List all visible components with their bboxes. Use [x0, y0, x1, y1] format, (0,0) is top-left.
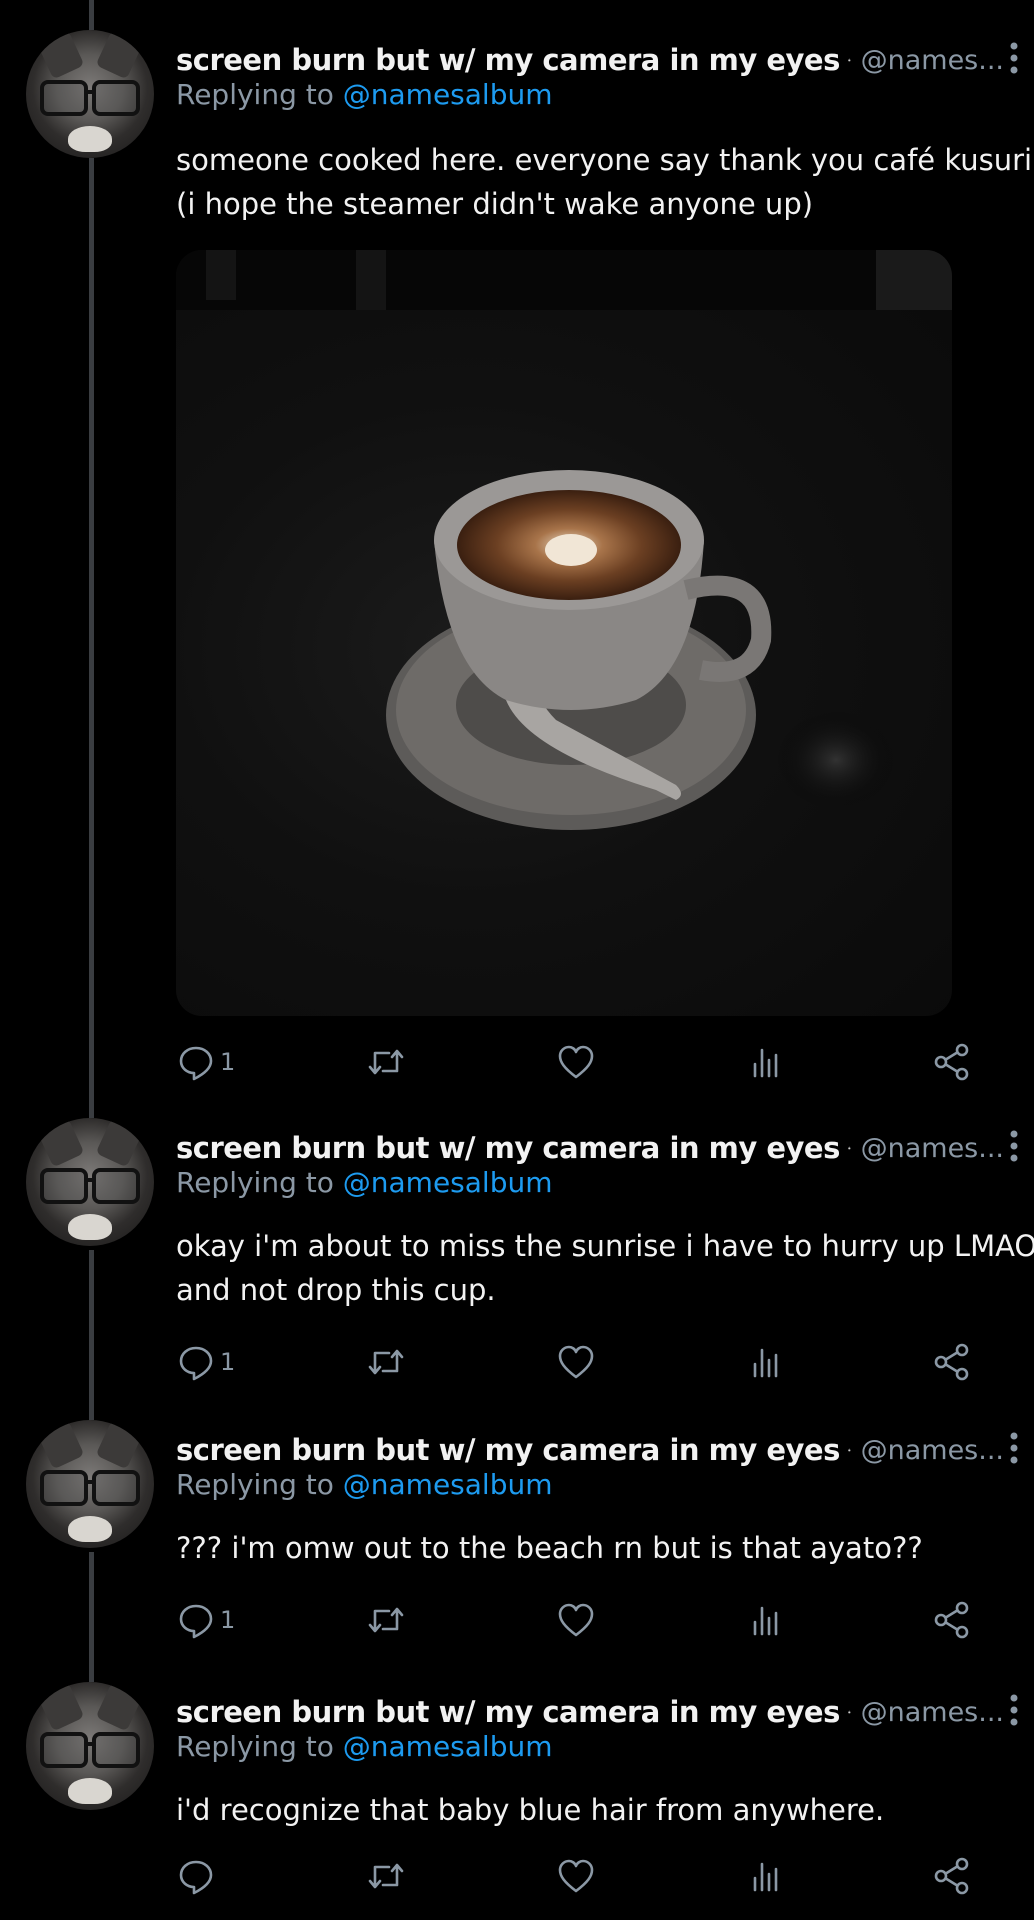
views-icon — [753, 1048, 778, 1078]
thread-line — [89, 1250, 94, 1420]
author-name[interactable]: screen burn but w/ my camera in my eyes — [176, 1433, 840, 1467]
retweet-icon — [368, 1607, 404, 1633]
avatar[interactable] — [26, 1420, 154, 1548]
lock-icon — [848, 1146, 851, 1150]
share-button[interactable] — [932, 1854, 972, 1898]
author-name[interactable]: screen burn but w/ my camera in my eyes — [176, 1131, 840, 1165]
author-name[interactable]: screen burn but w/ my camera in my eyes — [176, 1695, 840, 1729]
tweet-text: okay i'm about to miss the sunrise i hav… — [176, 1229, 1034, 1307]
share-button[interactable] — [932, 1340, 972, 1384]
reply-count: 1 — [220, 1606, 236, 1634]
lock-icon — [848, 58, 851, 62]
author-handle[interactable]: @names... — [861, 45, 1004, 76]
avatar[interactable] — [26, 1682, 154, 1810]
retweet-icon — [368, 1863, 404, 1889]
more-options-icon[interactable] — [1006, 1430, 1022, 1466]
like-button[interactable] — [556, 1854, 596, 1898]
reply-mention-link[interactable]: @namesalbum — [343, 78, 553, 111]
views-icon — [753, 1862, 778, 1892]
author-name[interactable]: screen burn but w/ my camera in my eyes — [176, 43, 840, 77]
tweet-actions — [176, 1854, 996, 1898]
like-icon — [558, 1345, 594, 1379]
reply-icon — [179, 1046, 213, 1081]
thread-line — [89, 158, 94, 1118]
thread-line — [89, 1552, 94, 1682]
thread-line — [89, 0, 94, 30]
like-button[interactable] — [556, 1598, 596, 1642]
replying-to: Replying to @namesalbum — [176, 1166, 553, 1199]
like-icon — [558, 1603, 594, 1637]
retweet-button[interactable] — [366, 1340, 406, 1384]
more-options-icon[interactable] — [1006, 40, 1022, 76]
reply-button[interactable] — [176, 1854, 220, 1898]
lock-icon — [848, 1448, 851, 1452]
tweet-header: screen burn but w/ my camera in my eyes … — [176, 1690, 1004, 1734]
views-button[interactable] — [746, 1854, 786, 1898]
share-icon — [934, 1343, 969, 1381]
reply-mention-link[interactable]: @namesalbum — [343, 1730, 553, 1763]
reply-icon — [179, 1604, 213, 1639]
share-icon — [934, 1601, 969, 1639]
tweet-text: someone cooked here. everyone say thank … — [176, 143, 1033, 221]
tweet-text: ??? i'm omw out to the beach rn but is t… — [176, 1531, 923, 1565]
share-button[interactable] — [932, 1598, 972, 1642]
reply-icon — [179, 1346, 213, 1381]
tweet-header: screen burn but w/ my camera in my eyes … — [176, 1428, 1004, 1472]
author-handle[interactable]: @names... — [861, 1133, 1004, 1164]
retweet-button[interactable] — [366, 1854, 406, 1898]
views-icon — [753, 1348, 778, 1378]
reply-count: 1 — [220, 1048, 236, 1076]
tweet-header: screen burn but w/ my camera in my eyes … — [176, 38, 1004, 82]
retweet-button[interactable] — [366, 1598, 406, 1642]
author-handle[interactable]: @names... — [861, 1435, 1004, 1466]
avatar[interactable] — [26, 1118, 154, 1246]
like-icon — [558, 1859, 594, 1893]
reply-count: 1 — [220, 1348, 236, 1376]
tweet-photo[interactable] — [176, 250, 952, 1016]
tweet-actions: 1 — [176, 1598, 996, 1642]
reply-mention-link[interactable]: @namesalbum — [343, 1166, 553, 1199]
lock-icon — [848, 1710, 851, 1714]
retweet-icon — [368, 1049, 404, 1075]
views-button[interactable] — [746, 1340, 786, 1384]
more-options-icon[interactable] — [1006, 1692, 1022, 1728]
share-icon — [934, 1043, 969, 1081]
more-options-icon[interactable] — [1006, 1128, 1022, 1164]
views-icon — [753, 1606, 778, 1636]
like-button[interactable] — [556, 1040, 596, 1084]
reply-button[interactable]: 1 — [176, 1598, 235, 1642]
reply-icon — [179, 1860, 213, 1895]
share-icon — [934, 1857, 969, 1895]
tweet-actions: 1 — [176, 1340, 996, 1384]
retweet-button[interactable] — [366, 1040, 406, 1084]
replying-to: Replying to @namesalbum — [176, 1730, 553, 1763]
reply-mention-link[interactable]: @namesalbum — [343, 1468, 553, 1501]
reply-button[interactable]: 1 — [176, 1040, 235, 1084]
coffee-photo — [176, 250, 952, 830]
views-button[interactable] — [746, 1598, 786, 1642]
avatar[interactable] — [26, 30, 154, 158]
tweet-actions: 1 — [176, 1040, 996, 1084]
retweet-icon — [368, 1349, 404, 1375]
author-handle[interactable]: @names... — [861, 1697, 1004, 1728]
replying-to: Replying to @namesalbum — [176, 1468, 553, 1501]
share-button[interactable] — [932, 1040, 972, 1084]
like-button[interactable] — [556, 1340, 596, 1384]
reply-button[interactable]: 1 — [176, 1340, 235, 1384]
tweet-text: i'd recognize that baby blue hair from a… — [176, 1793, 885, 1827]
views-button[interactable] — [746, 1040, 786, 1084]
tweet-header: screen burn but w/ my camera in my eyes … — [176, 1126, 1004, 1170]
like-icon — [558, 1045, 594, 1079]
replying-to: Replying to @namesalbum — [176, 78, 553, 111]
